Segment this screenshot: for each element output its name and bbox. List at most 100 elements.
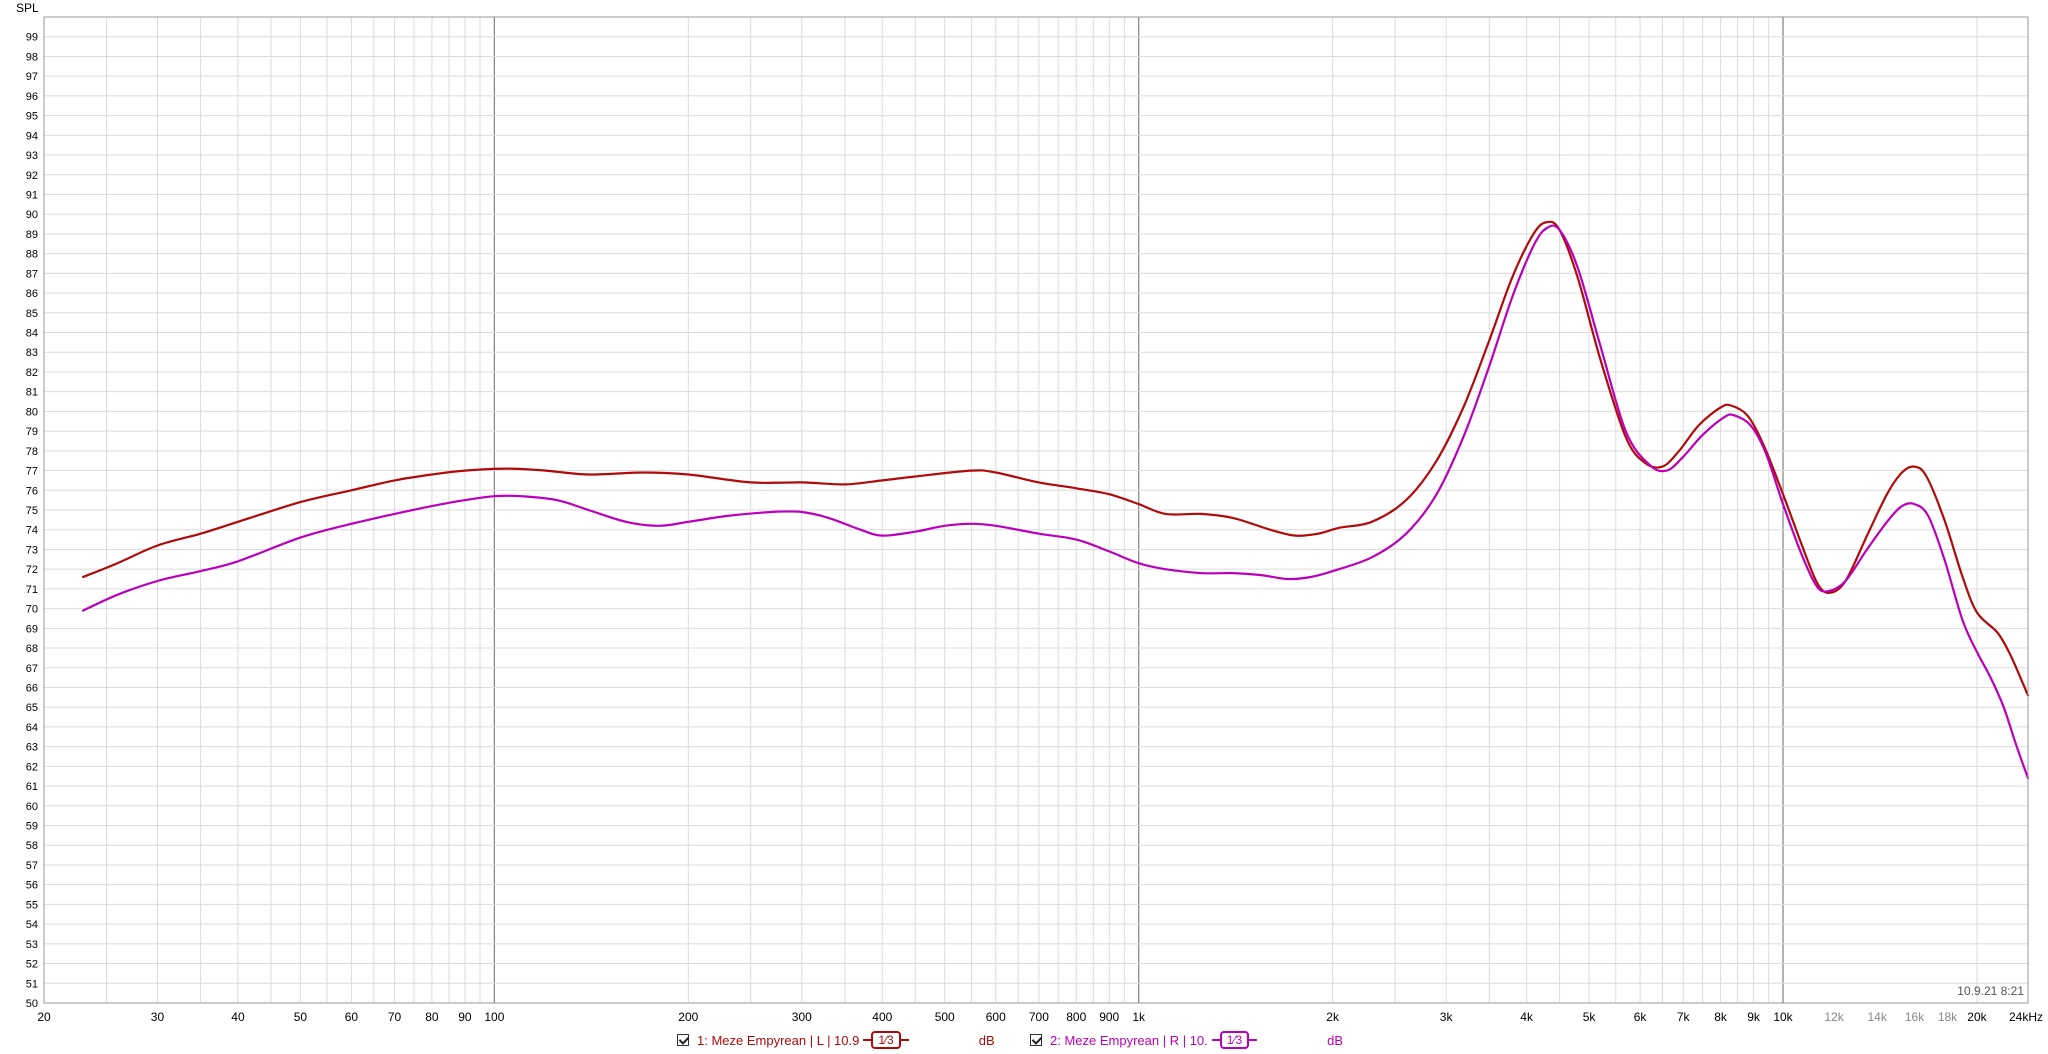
x-tick-label: 900 (1099, 1010, 1119, 1024)
y-tick-label: 75 (26, 505, 38, 517)
y-tick-label: 68 (26, 643, 38, 655)
y-tick-label: 92 (26, 170, 38, 182)
y-tick-label: 66 (26, 682, 38, 694)
y-tick-label: 72 (26, 564, 38, 576)
x-tick-label: 20 (37, 1010, 51, 1024)
unit-label-right: dB (1327, 1032, 1344, 1048)
y-tick-label: 76 (26, 485, 38, 497)
y-axis-title: SPL (16, 1, 39, 15)
smoothing-selector-right[interactable]: 1⁄3 (1211, 1031, 1258, 1049)
y-tick-label: 79 (26, 426, 38, 438)
x-tick-label: 60 (345, 1010, 359, 1024)
x-tick-label: 3k (1440, 1010, 1454, 1024)
y-tick-label: 97 (26, 71, 38, 83)
y-tick-label: 54 (26, 919, 38, 931)
x-tick-label: 10k (1773, 1010, 1793, 1024)
x-tick-label: 1k (1132, 1010, 1146, 1024)
x-tick-label: 6k (1634, 1010, 1648, 1024)
x-tick-label: 90 (458, 1010, 472, 1024)
smoothing-value-left: 1⁄3 (871, 1031, 901, 1049)
x-tick-label: 14k (1867, 1010, 1887, 1024)
series-line-right (82, 224, 2030, 780)
x-tick-label: 4k (1520, 1010, 1534, 1024)
y-tick-label: 50 (26, 998, 38, 1010)
y-tick-label: 51 (26, 978, 38, 990)
x-tick-label: 50 (294, 1010, 308, 1024)
x-tick-label: 800 (1066, 1010, 1086, 1024)
y-tick-label: 69 (26, 623, 38, 635)
x-tick-label: 16k (1905, 1010, 1925, 1024)
x-tick-label: 12k (1824, 1010, 1844, 1024)
y-tick-label: 52 (26, 959, 38, 971)
x-tick-label: 2k (1326, 1010, 1340, 1024)
y-tick-label: 58 (26, 840, 38, 852)
y-tick-label: 64 (26, 722, 38, 734)
y-tick-label: 96 (26, 91, 38, 103)
y-tick-label: 85 (26, 308, 38, 320)
x-tick-label: 300 (792, 1010, 812, 1024)
y-tick-label: 56 (26, 880, 38, 892)
y-tick-label: 53 (26, 939, 38, 951)
y-tick-label: 98 (26, 51, 38, 63)
y-tick-label: 87 (26, 268, 38, 280)
x-tick-label: 500 (935, 1010, 955, 1024)
x-tick-label: 7k (1677, 1010, 1691, 1024)
smoothing-selector-left[interactable]: 1⁄3 (863, 1031, 909, 1049)
grid-lines (43, 16, 2029, 1004)
x-tick-label: 70 (388, 1010, 402, 1024)
x-tick-label: 20k (1967, 1010, 1987, 1024)
timestamp-label: 10.9.21 8:21 (1957, 984, 2024, 998)
x-tick-label: 700 (1029, 1010, 1049, 1024)
y-tick-label: 71 (26, 584, 38, 596)
x-tick-label: 8k (1714, 1010, 1728, 1024)
y-tick-label: 57 (26, 860, 38, 872)
y-tick-label: 62 (26, 761, 38, 773)
y-tick-label: 86 (26, 288, 38, 300)
unit-label-left: dB (978, 1032, 995, 1048)
x-tick-label: 9k (1747, 1010, 1761, 1024)
y-tick-label: 74 (26, 525, 38, 537)
y-tick-label: 82 (26, 367, 38, 379)
frequency-response-plot[interactable]: SPL 50 51 52 53 54 55 56 57 58 59 60 61 62 63 64 65 66 67… (0, 0, 2048, 1054)
y-tick-label: 63 (26, 742, 38, 754)
checkbox-left[interactable] (677, 1034, 689, 1046)
y-tick-label: 61 (26, 781, 38, 793)
y-tick-label: 70 (26, 604, 38, 616)
x-tick-label: 80 (425, 1010, 439, 1024)
legend-entry-right[interactable]: 2: Meze Empyrean | R | 10. 1⁄3 dB (1030, 1030, 1343, 1050)
x-tick-label: 400 (872, 1010, 892, 1024)
y-tick-label: 94 (26, 130, 38, 142)
y-tick-label: 90 (26, 209, 38, 221)
y-tick-label: 91 (26, 189, 38, 201)
y-tick-label: 65 (26, 702, 38, 714)
legend-label-left: 1: Meze Empyrean | L | 10.9 (697, 1032, 860, 1048)
x-tick-label: 5k (1583, 1010, 1597, 1024)
y-tick-label: 93 (26, 150, 38, 162)
y-tick-label: 83 (26, 347, 38, 359)
y-tick-label: 95 (26, 111, 38, 123)
y-tick-label: 67 (26, 663, 38, 675)
x-tick-labels: 20 30 40 50 60 70 80 90 100 200 300 400 500 600 700 800… (37, 1010, 2043, 1024)
y-tick-label: 84 (26, 328, 38, 340)
y-tick-label: 78 (26, 446, 38, 458)
y-tick-label: 73 (26, 544, 38, 556)
series-lines (82, 220, 2030, 780)
y-tick-label: 99 (26, 32, 38, 44)
checkbox-right[interactable] (1030, 1034, 1042, 1046)
x-tick-label: 200 (678, 1010, 698, 1024)
y-tick-label: 60 (26, 801, 38, 813)
y-tick-labels: 50 51 52 53 54 55 56 57 58 59 60 61 62 63 64 65 66 67 68 69… (26, 32, 38, 1010)
x-tick-label: 18k (1938, 1010, 1958, 1024)
y-tick-label: 77 (26, 466, 38, 478)
y-tick-label: 55 (26, 899, 38, 911)
x-tick-label: 24kHz (2009, 1010, 2043, 1024)
legend-entry-left[interactable]: 1: Meze Empyrean | L | 10.9 1⁄3 dB (677, 1030, 995, 1050)
smoothing-value-right: 1⁄3 (1219, 1031, 1250, 1049)
x-tick-label: 600 (986, 1010, 1006, 1024)
x-tick-label: 40 (231, 1010, 245, 1024)
y-tick-label: 80 (26, 406, 38, 418)
x-tick-label: 30 (151, 1010, 165, 1024)
y-tick-label: 89 (26, 229, 38, 241)
x-tick-label: 100 (484, 1010, 504, 1024)
y-tick-label: 88 (26, 249, 38, 261)
